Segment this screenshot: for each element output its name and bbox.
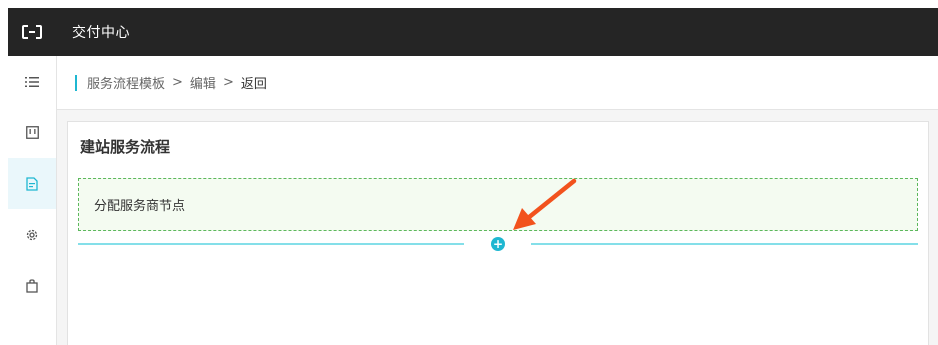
logo[interactable] [8,8,56,56]
flow-node[interactable]: 分配服务商节点 [78,178,918,231]
gear-icon [26,229,38,240]
sidebar-item-list[interactable] [8,56,56,107]
breadcrumb-item-back[interactable]: 返回 [241,73,267,92]
list-icon [25,76,39,87]
board-icon [25,126,39,139]
breadcrumb-accent-bar [75,74,77,91]
add-node-button[interactable]: + [491,237,505,251]
sidebar-item-board[interactable] [8,107,56,158]
breadcrumb-separator: > [172,75,183,90]
breadcrumb: 服务流程模板 > 编辑 > 返回 [57,56,938,110]
brand-logo-icon [22,25,42,39]
sidebar [8,56,57,345]
top-bar: 交付中心 [8,8,938,56]
page-title: 建站服务流程 [80,138,171,156]
flow-card: 建站服务流程 分配服务商节点 + [67,121,929,345]
breadcrumb-item-template[interactable]: 服务流程模板 [87,73,165,92]
breadcrumb-separator: > [222,75,234,90]
sidebar-item-settings[interactable] [8,209,56,260]
sidebar-item-bag[interactable] [8,260,56,311]
flow-node-label: 分配服务商节点 [94,199,186,214]
app-title: 交付中心 [72,25,130,41]
document-icon [26,176,38,191]
breadcrumb-item-edit[interactable]: 编辑 [190,73,216,92]
connector-line-right [531,243,918,245]
sidebar-item-document[interactable] [8,158,56,209]
connector-line-left [78,243,464,245]
bag-icon [26,278,38,293]
